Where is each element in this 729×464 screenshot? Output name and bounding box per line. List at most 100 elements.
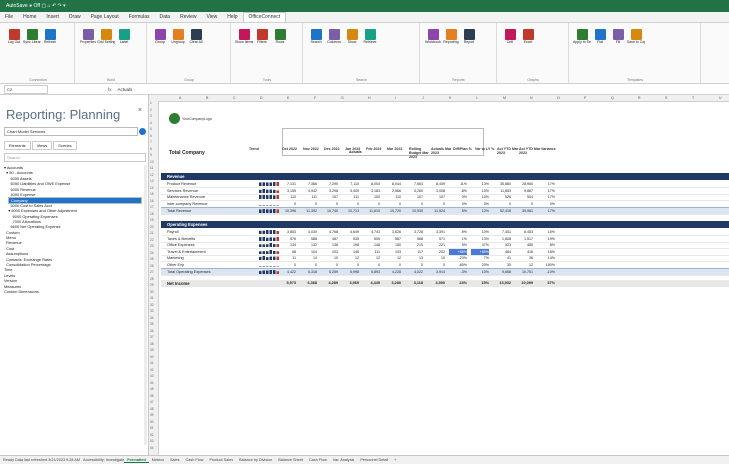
column-letter[interactable]: G bbox=[341, 95, 344, 101]
cell-value[interactable]: 134 bbox=[278, 242, 296, 248]
cell-value[interactable]: 10,396 bbox=[278, 208, 296, 214]
cell-value[interactable]: 13% bbox=[471, 236, 489, 242]
cell-value[interactable]: -3% bbox=[449, 269, 467, 275]
cell-value[interactable]: 0 bbox=[405, 262, 423, 268]
ribbon-button-ungroup[interactable]: Ungroup bbox=[169, 27, 187, 51]
cell-value[interactable]: 12 bbox=[383, 255, 401, 261]
cell-value[interactable]: 10,713 bbox=[341, 208, 359, 214]
tab-review[interactable]: Review bbox=[175, 14, 201, 20]
tab-insert[interactable]: Insert bbox=[41, 14, 64, 20]
cell-value[interactable]: 4,289 bbox=[320, 280, 338, 287]
cell-value[interactable]: 36 bbox=[515, 255, 533, 261]
panel-scrollbar[interactable] bbox=[144, 165, 147, 445]
cell-value[interactable]: 2,566 bbox=[383, 188, 401, 194]
row-number[interactable]: 46 bbox=[150, 394, 154, 398]
cell-value[interactable]: 17% bbox=[537, 181, 555, 187]
row-number[interactable]: 28 bbox=[150, 277, 154, 281]
row-number[interactable]: 45 bbox=[150, 387, 154, 391]
tab-officeconnect[interactable]: OfficeConnect bbox=[242, 12, 287, 22]
cell-value[interactable]: 5,973 bbox=[278, 280, 296, 287]
row-number[interactable]: 27 bbox=[150, 270, 154, 274]
row-number[interactable]: 20 bbox=[150, 225, 154, 229]
row-number[interactable]: 52 bbox=[150, 433, 154, 437]
cell-value[interactable]: 0 bbox=[341, 201, 359, 207]
ribbon-button-retrieve[interactable]: Retrieve bbox=[361, 27, 379, 51]
cell-value[interactable]: 0 bbox=[383, 201, 401, 207]
cell-value[interactable]: 0 bbox=[362, 262, 380, 268]
row-number[interactable]: 24 bbox=[150, 251, 154, 255]
row-number[interactable]: 37 bbox=[150, 335, 154, 339]
cell-value[interactable]: 10 bbox=[320, 255, 338, 261]
cell-value[interactable]: 12% bbox=[471, 208, 489, 214]
ribbon-button-sync-library[interactable]: Sync Library bbox=[23, 27, 41, 51]
accessibility-status[interactable]: Accessibility: Investigate bbox=[83, 458, 124, 462]
sheet-tab[interactable]: Metrics bbox=[149, 458, 167, 462]
cell-value[interactable]: 535 bbox=[341, 236, 359, 242]
column-letter[interactable]: J bbox=[422, 95, 424, 101]
cell-value[interactable]: 10,751 bbox=[515, 269, 533, 275]
column-letter[interactable]: A bbox=[179, 95, 181, 101]
cell-value[interactable]: 0% bbox=[449, 194, 467, 200]
cell-value[interactable]: 4,422 bbox=[278, 269, 296, 275]
cell-value[interactable]: 3,409 bbox=[341, 188, 359, 194]
ribbon-button-rows[interactable]: Rows bbox=[271, 27, 289, 51]
cell-value[interactable]: 4,030 bbox=[299, 229, 317, 235]
column-letter[interactable]: C bbox=[233, 95, 236, 101]
column-letter[interactable]: S bbox=[665, 95, 667, 101]
sheet-tab[interactable]: Balance by Division bbox=[236, 458, 275, 462]
cell-value[interactable]: 28,960 bbox=[515, 181, 533, 187]
cell-value[interactable]: -9% bbox=[449, 229, 467, 235]
ribbon-button-apply-to-selection[interactable]: Apply to Selection bbox=[573, 27, 591, 51]
cell-value[interactable]: 5,893 bbox=[362, 269, 380, 275]
cell-value[interactable]: -10% bbox=[537, 269, 555, 275]
sheet-tab[interactable]: Personnel Detail bbox=[357, 458, 391, 462]
cell-value[interactable]: 0 bbox=[278, 262, 296, 268]
row-number[interactable]: 48 bbox=[150, 407, 154, 411]
cell-value[interactable]: 107 bbox=[320, 194, 338, 200]
cell-value[interactable]: 52,418 bbox=[493, 208, 511, 214]
cell-value[interactable]: 146 bbox=[341, 249, 359, 255]
cell-value[interactable]: 7,131 bbox=[278, 181, 296, 187]
cell-value[interactable]: 0 bbox=[515, 201, 533, 207]
cell-value[interactable]: 20% bbox=[471, 262, 489, 268]
name-box[interactable]: C2 bbox=[4, 84, 48, 94]
cell-value[interactable]: -80% bbox=[449, 262, 467, 268]
column-letter[interactable]: D bbox=[260, 95, 263, 101]
cell-value[interactable]: -23% bbox=[449, 255, 467, 261]
sheet-tab[interactable]: Balance Sheet bbox=[275, 458, 306, 462]
cell-value[interactable]: 0 bbox=[299, 262, 317, 268]
cell-value[interactable]: 0 bbox=[493, 201, 511, 207]
row-number[interactable]: 53 bbox=[150, 439, 154, 443]
ribbon-button-save-to-copy-report[interactable]: Save to Copy Report bbox=[627, 27, 645, 51]
cell-value[interactable]: 103 bbox=[320, 249, 338, 255]
cell-value[interactable]: 11,392 bbox=[299, 208, 317, 214]
cell-value[interactable]: 9,668 bbox=[493, 269, 511, 275]
column-letter[interactable]: H bbox=[368, 95, 371, 101]
column-letter[interactable]: E bbox=[287, 95, 289, 101]
cell-value[interactable]: 5,259 bbox=[320, 269, 338, 275]
sheet-tab[interactable]: Var. Analysis bbox=[330, 458, 357, 462]
cell-value[interactable]: 7,290 bbox=[320, 181, 338, 187]
cell-value[interactable]: 416 bbox=[515, 249, 533, 255]
cell-value[interactable]: 10% bbox=[471, 188, 489, 194]
cell-value[interactable]: 111 bbox=[299, 194, 317, 200]
column-letter[interactable]: M bbox=[503, 95, 506, 101]
column-letter[interactable]: B bbox=[206, 95, 208, 101]
cell-value[interactable]: 3,969 bbox=[341, 280, 359, 287]
row-number[interactable]: 54 bbox=[150, 446, 154, 450]
row-number[interactable]: 38 bbox=[150, 342, 154, 346]
ribbon-button-log-out[interactable]: Log Out bbox=[5, 27, 23, 51]
sheet-tab[interactable]: Product Sales bbox=[206, 458, 236, 462]
cell-value[interactable]: 7,451 bbox=[493, 229, 511, 235]
cell-value[interactable]: 7% bbox=[471, 255, 489, 261]
row-number[interactable]: 12 bbox=[150, 173, 154, 177]
tab-file[interactable]: File bbox=[0, 14, 18, 20]
cell-value[interactable]: 10,930 bbox=[405, 208, 423, 214]
cell-value[interactable]: 132 bbox=[299, 242, 317, 248]
ribbon-button-show[interactable]: Show bbox=[343, 27, 361, 51]
row-number[interactable]: 17 bbox=[150, 205, 154, 209]
row-number[interactable]: 4 bbox=[150, 121, 152, 125]
cell-value[interactable]: +85% bbox=[471, 248, 489, 255]
cell-value[interactable]: 487 bbox=[320, 236, 338, 242]
cell-value[interactable]: 3,626 bbox=[383, 229, 401, 235]
